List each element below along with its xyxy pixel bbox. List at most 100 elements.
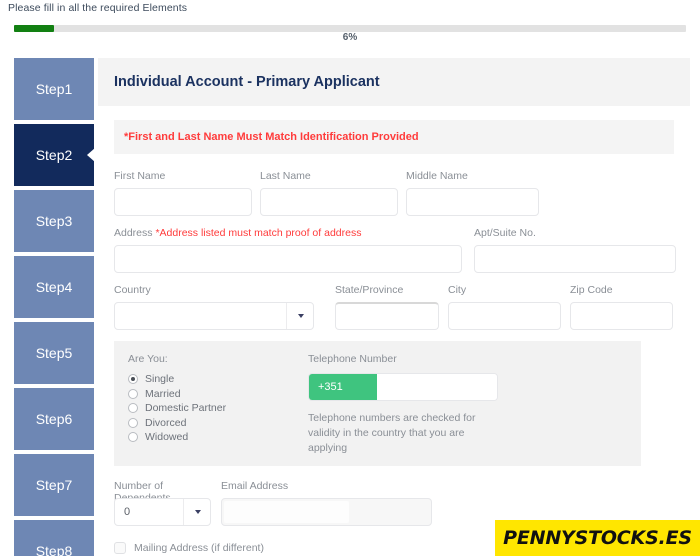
page-root: Please fill in all the required Elements… (0, 0, 700, 556)
country-select-divider (286, 303, 287, 329)
step-label: Step4 (35, 279, 73, 295)
state-province-field: State/Province (335, 284, 439, 330)
step-label: Step5 (35, 345, 73, 361)
name-match-alert: *First and Last Name Must Match Identifi… (114, 120, 674, 154)
mailing-address-checkbox[interactable] (114, 542, 126, 554)
telephone-group: Telephone Number +351 Telephone numbers … (308, 353, 508, 456)
name-row: First Name Last Name Middle Name (114, 170, 690, 216)
radio-icon[interactable] (128, 403, 138, 413)
are-you-option-label: Married (145, 387, 181, 400)
apt-suite-input[interactable] (474, 245, 676, 273)
page-notice: Please fill in all the required Elements (8, 2, 188, 14)
city-field: City (448, 284, 561, 330)
are-you-option-single[interactable]: Single (128, 373, 308, 385)
are-you-option-domestic-partner[interactable]: Domestic Partner (128, 402, 308, 414)
are-you-label: Are You: (128, 353, 168, 365)
radio-icon[interactable] (128, 432, 138, 442)
last-name-field: Last Name (260, 170, 398, 216)
progress-bar (14, 25, 686, 32)
last-name-input[interactable] (260, 188, 398, 216)
telephone-input-wrapper[interactable]: +351 (308, 373, 498, 401)
are-you-option-married[interactable]: Married (128, 388, 308, 400)
location-row: Country State/Province City Zip Code (114, 284, 690, 330)
middle-name-field: Middle Name (406, 170, 539, 216)
step-button-2[interactable]: Step2 (14, 124, 94, 186)
step-button-6[interactable]: Step6 (14, 388, 94, 450)
chevron-down-icon (298, 314, 304, 318)
zip-code-field: Zip Code (570, 284, 673, 330)
site-watermark: PENNYSTOCKS.ES (495, 520, 700, 556)
are-you-option-label: Single (145, 373, 175, 385)
email-field[interactable] (221, 498, 432, 526)
alert-text: *First and Last Name Must Match Identifi… (124, 131, 419, 143)
are-you-group: Are You: Single Married Domestic Partner Di… (128, 353, 308, 456)
step-button-1[interactable]: Step1 (14, 58, 94, 120)
telephone-number-input[interactable] (377, 374, 497, 400)
page-title: Individual Account - Primary Applicant (114, 74, 380, 90)
radio-icon[interactable] (128, 388, 138, 399)
apt-suite-label: Apt/Suite No. (474, 227, 536, 239)
dependents-value: 0 (124, 506, 131, 518)
step-label: Step8 (35, 543, 73, 556)
progress-bar-fill (14, 25, 55, 32)
form-panel: Individual Account - Primary Applicant *… (98, 58, 690, 554)
first-name-label: First Name (114, 170, 166, 182)
step-sidebar: Step1 Step2 Step3 Step4 Step5 Step6 Step7 Step8 (14, 58, 94, 556)
country-select[interactable] (114, 302, 314, 330)
first-name-input[interactable] (114, 188, 252, 216)
step-button-7[interactable]: Step7 (14, 454, 94, 516)
panel-header: Individual Account - Primary Applicant (98, 58, 690, 106)
address-label: Address *Address listed must match proof… (114, 227, 462, 240)
are-you-option-label: Widowed (145, 431, 189, 443)
step-label: Step3 (35, 213, 73, 229)
radio-icon[interactable] (128, 374, 138, 384)
apt-suite-field: Apt/Suite No. (474, 227, 676, 273)
step-label: Step1 (35, 81, 73, 97)
email-label: Email Address (221, 480, 289, 492)
address-input[interactable] (114, 245, 462, 273)
step-button-5[interactable]: Step5 (14, 322, 94, 384)
step-label: Step2 (35, 147, 73, 163)
middle-name-input[interactable] (406, 188, 539, 216)
marital-and-phone-block: Are You: Single Married Domestic Partner Di… (114, 341, 641, 466)
step-button-8[interactable]: Step8 (14, 520, 94, 556)
chevron-down-icon (195, 510, 201, 514)
step-button-4[interactable]: Step4 (14, 256, 94, 318)
dependents-select[interactable]: 0 (114, 498, 211, 526)
address-row: Address *Address listed must match proof… (114, 227, 690, 273)
state-province-label: State/Province (335, 284, 404, 296)
progress-percent-label: 6% (342, 32, 358, 43)
address-label-text: Address (114, 227, 153, 239)
step-button-3[interactable]: Step3 (14, 190, 94, 252)
middle-name-label: Middle Name (406, 170, 468, 182)
are-you-option-label: Domestic Partner (145, 402, 227, 414)
are-you-radio-list: Single Married Domestic Partner Divorced Wid… (128, 373, 308, 443)
zip-code-label: Zip Code (570, 284, 613, 296)
telephone-label: Telephone Number (308, 353, 397, 365)
step-label: Step7 (35, 477, 73, 493)
address-field: Address *Address listed must match proof… (114, 227, 462, 273)
are-you-option-label: Divorced (145, 416, 187, 429)
step-label: Step6 (35, 411, 73, 427)
first-name-field: First Name (114, 170, 252, 216)
city-input[interactable] (448, 302, 561, 330)
zip-code-input[interactable] (570, 302, 673, 330)
last-name-label: Last Name (260, 170, 311, 182)
radio-icon[interactable] (128, 417, 138, 428)
telephone-country-prefix[interactable]: +351 (309, 374, 377, 400)
form-body: *First and Last Name Must Match Identifi… (98, 106, 690, 554)
state-province-input[interactable] (335, 302, 439, 330)
city-label: City (448, 284, 467, 296)
telephone-hint: Telephone numbers are checked for validi… (308, 411, 503, 456)
watermark-text: PENNYSTOCKS.ES (503, 527, 692, 549)
country-label: Country (114, 284, 151, 296)
address-required-note: *Address listed must match proof of addr… (155, 227, 362, 239)
email-field-wrap: Email Address (221, 480, 432, 526)
dependents-field: Number of Dependents 0 (114, 480, 211, 526)
dependents-select-divider (183, 499, 184, 525)
are-you-option-widowed[interactable]: Widowed (128, 431, 308, 443)
are-you-option-divorced[interactable]: Divorced (128, 417, 308, 429)
dependents-label: Number of Dependents (114, 480, 171, 504)
mailing-address-label: Mailing Address (if different) (134, 542, 264, 554)
country-field: Country (114, 284, 314, 330)
